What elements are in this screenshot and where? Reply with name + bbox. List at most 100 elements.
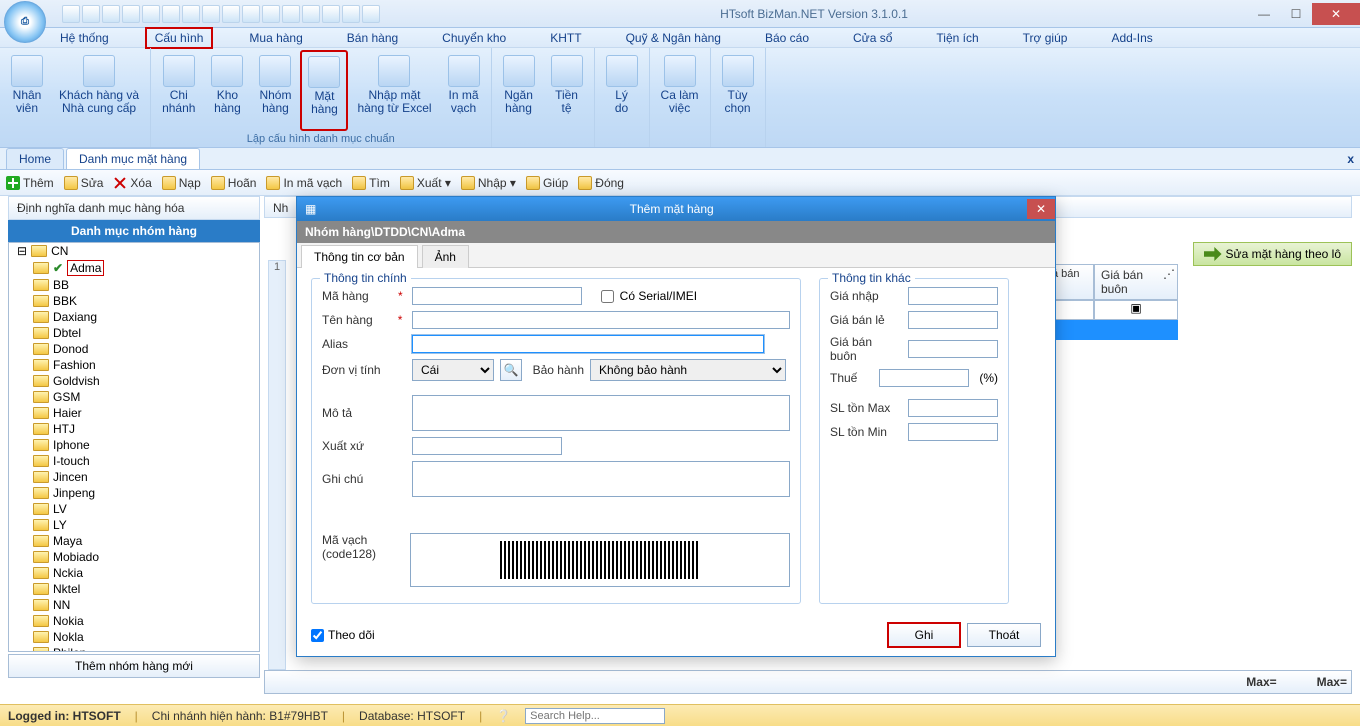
checkbox-serial[interactable] (601, 290, 614, 303)
menu-h-th-ng[interactable]: Hệ thống (52, 29, 117, 47)
tree-item-gsm[interactable]: GSM (9, 389, 259, 405)
ribbon-chi-nh-nh[interactable]: Chinhánh (155, 50, 202, 131)
textarea-note[interactable] (412, 461, 790, 497)
ribbon-t-y-ch-n[interactable]: Tùychọn (715, 50, 761, 143)
select-unit[interactable]: Cái (412, 359, 494, 381)
tree-item-donod[interactable]: Donod (9, 341, 259, 357)
tree-item-nokla[interactable]: Nokla (9, 629, 259, 645)
category-tree[interactable]: ⊟ CN✔ Adma BB BBK Daxiang Dbtel Donod Fa… (8, 242, 260, 652)
toolbar-ho-n[interactable]: Hoãn (211, 176, 257, 190)
toolbar-in-m-v-ch[interactable]: In mã vạch (266, 176, 342, 190)
tree-item-philon[interactable]: Philon (9, 645, 259, 652)
tree-item-i-touch[interactable]: I-touch (9, 453, 259, 469)
dialog-titlebar[interactable]: ▦ Thêm mặt hàng ✕ (297, 197, 1055, 221)
toolbar--ng[interactable]: Đóng (578, 176, 624, 190)
dialog-close-button[interactable]: ✕ (1027, 199, 1055, 219)
toolbar-gi-p[interactable]: Giúp (526, 176, 568, 190)
tab-basic-info[interactable]: Thông tin cơ bản (301, 245, 418, 268)
toolbar-n-p[interactable]: Nạp (162, 176, 201, 190)
tree-item-goldvish[interactable]: Goldvish (9, 373, 259, 389)
ribbon-ti-n-t-[interactable]: Tiềntệ (544, 50, 590, 143)
tab-home[interactable]: Home (6, 148, 64, 169)
menu-chuy-n-kho[interactable]: Chuyển kho (434, 29, 514, 47)
ribbon-nh-m-h-ng[interactable]: Nhómhàng (252, 50, 298, 131)
tree-item-iphone[interactable]: Iphone (9, 437, 259, 453)
textarea-desc[interactable] (412, 395, 790, 431)
toolbar-th-m[interactable]: Thêm (6, 176, 54, 190)
app-orb[interactable]: ⎙ (4, 1, 46, 43)
qat-icon[interactable] (322, 5, 340, 23)
tree-item-nckia[interactable]: Nckia (9, 565, 259, 581)
input-stock-min[interactable] (908, 423, 998, 441)
ribbon-nh-p-m-t-h-ng-t-excel[interactable]: Nhập mặthàng từ Excel (350, 50, 438, 131)
tab-danhmuc[interactable]: Danh mục mặt hàng (66, 148, 200, 169)
toolbar-x-a[interactable]: Xóa (113, 176, 151, 190)
lookup-unit-button[interactable]: 🔍 (500, 359, 522, 381)
tree-item-haier[interactable]: Haier (9, 405, 259, 421)
ribbon-ng-n-h-ng[interactable]: Ngănhàng (496, 50, 542, 143)
tree-item-jincen[interactable]: Jincen (9, 469, 259, 485)
col-price-wholesale[interactable]: Giá bán buôn ⋰ (1094, 264, 1178, 300)
ribbon-ca-l-m-vi-c[interactable]: Ca làmviệc (654, 50, 706, 143)
minimize-button[interactable]: — (1248, 3, 1280, 25)
tree-item-daxiang[interactable]: Daxiang (9, 309, 259, 325)
ribbon-kh-ch-h-ng-v-nh-cung-c-p[interactable]: Khách hàng vàNhà cung cấp (52, 50, 146, 143)
ribbon-kho-h-ng[interactable]: Khohàng (204, 50, 250, 131)
toolbar-nh-p-[interactable]: Nhập ▾ (461, 176, 516, 190)
tree-item-lv[interactable]: LV (9, 501, 259, 517)
input-stock-max[interactable] (908, 399, 998, 417)
tree-item-bbk[interactable]: BBK (9, 293, 259, 309)
close-button[interactable]: ✕ (1312, 3, 1360, 25)
edit-batch-button[interactable]: Sửa mặt hàng theo lô (1193, 242, 1352, 266)
ribbon-m-t-h-ng[interactable]: Mặthàng (300, 50, 348, 131)
menu-b-o-c-o[interactable]: Báo cáo (757, 29, 817, 47)
qat-icon[interactable] (142, 5, 160, 23)
input-wholesale[interactable] (908, 340, 998, 358)
qat-icon[interactable] (62, 5, 80, 23)
toolbar-s-a[interactable]: Sửa (64, 176, 104, 190)
exit-button[interactable]: Thoát (967, 623, 1041, 647)
toolbar-xu-t-[interactable]: Xuất ▾ (400, 176, 451, 190)
maximize-button[interactable]: ☐ (1280, 3, 1312, 25)
menu-add-ins[interactable]: Add-Ins (1103, 29, 1160, 47)
tree-item-nokia[interactable]: Nokia (9, 613, 259, 629)
menu-tr-gi-p[interactable]: Trợ giúp (1015, 29, 1076, 47)
qat-icon[interactable] (82, 5, 100, 23)
menu-mua-h-ng[interactable]: Mua hàng (241, 29, 310, 47)
save-button[interactable]: Ghi (887, 622, 961, 648)
qat-icon[interactable] (242, 5, 260, 23)
tree-item-nktel[interactable]: Nktel (9, 581, 259, 597)
qat-icon[interactable] (182, 5, 200, 23)
qat-icon[interactable] (342, 5, 360, 23)
qat-icon[interactable] (162, 5, 180, 23)
qat-icon[interactable] (362, 5, 380, 23)
input-code[interactable] (412, 287, 582, 305)
help-icon[interactable]: ❔ (496, 709, 511, 723)
tree-item-mobiado[interactable]: Mobiado (9, 549, 259, 565)
ribbon-in-m-v-ch[interactable]: In mãvạch (441, 50, 487, 131)
tree-item-jinpeng[interactable]: Jinpeng (9, 485, 259, 501)
input-origin[interactable] (412, 437, 562, 455)
toolbar-t-m[interactable]: Tìm (352, 176, 390, 190)
input-cost[interactable] (908, 287, 998, 305)
menu-c-u-h-nh[interactable]: Cấu hình (145, 27, 214, 49)
qat-icon[interactable] (302, 5, 320, 23)
input-alias[interactable] (412, 335, 764, 353)
ribbon-nh-n-vi-n[interactable]: Nhânviên (4, 50, 50, 143)
tree-item-dbtel[interactable]: Dbtel (9, 325, 259, 341)
tree-item-ly[interactable]: LY (9, 517, 259, 533)
input-retail[interactable] (908, 311, 998, 329)
menu-b-n-h-ng[interactable]: Bán hàng (339, 29, 406, 47)
search-help-input[interactable] (525, 708, 665, 724)
input-name[interactable] (412, 311, 790, 329)
tree-root[interactable]: ⊟ CN (9, 243, 259, 259)
qat-icon[interactable] (202, 5, 220, 23)
ribbon-l-do[interactable]: Lýdo (599, 50, 645, 143)
checkbox-track[interactable] (311, 629, 324, 642)
tree-item-nn[interactable]: NN (9, 597, 259, 613)
qat-icon[interactable] (282, 5, 300, 23)
menu-c-a-s-[interactable]: Cửa sổ (845, 29, 900, 47)
qat-icon[interactable] (102, 5, 120, 23)
tab-image[interactable]: Ảnh (422, 245, 469, 268)
tree-item-maya[interactable]: Maya (9, 533, 259, 549)
